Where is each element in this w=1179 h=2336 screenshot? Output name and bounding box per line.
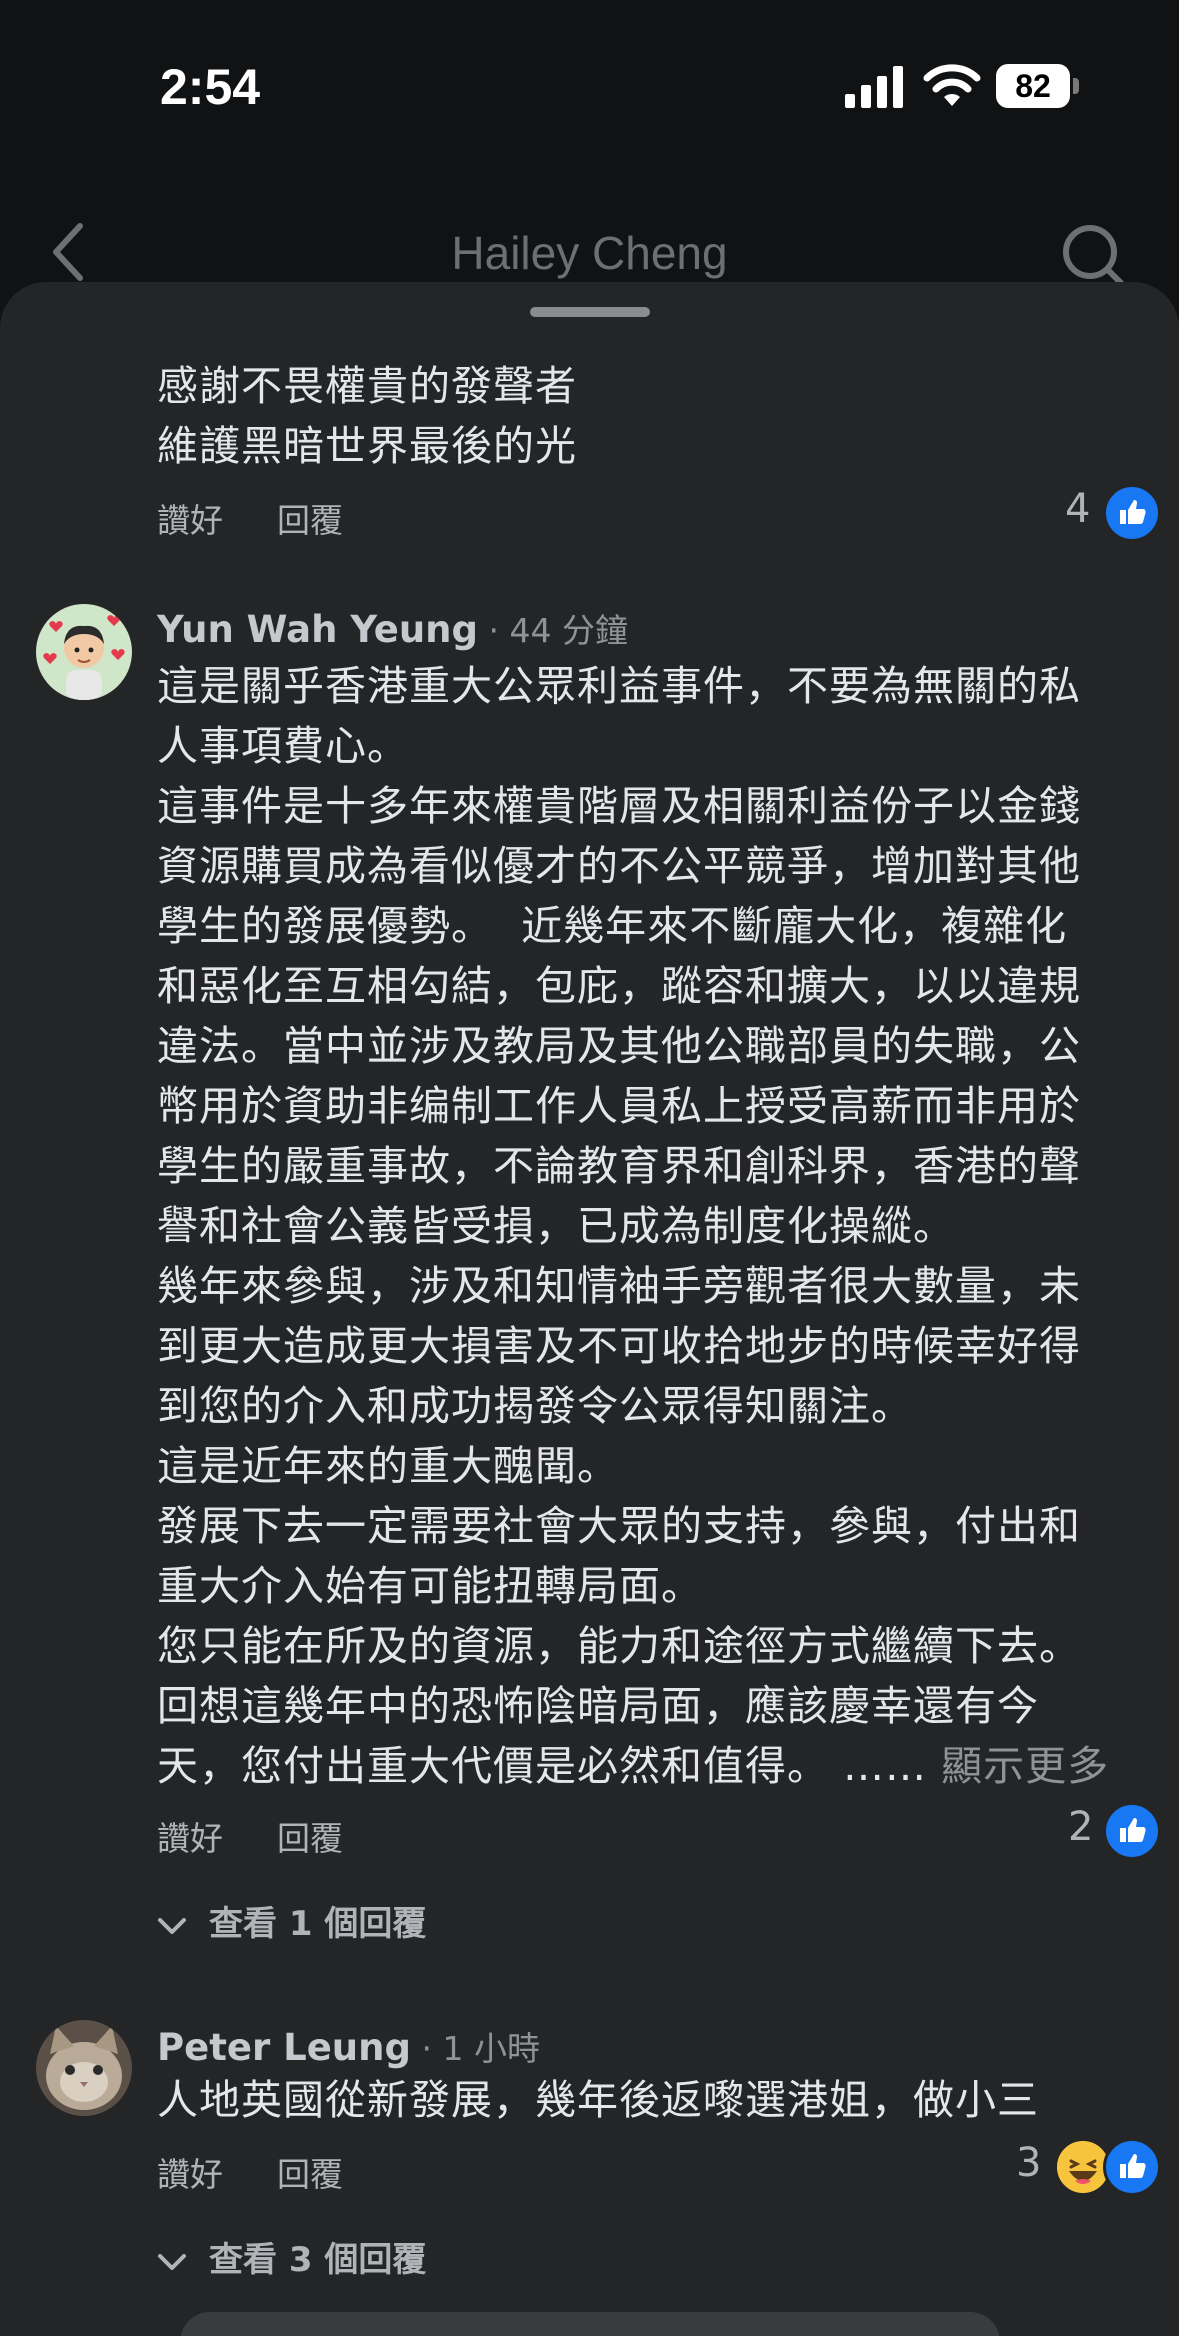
avatar-peter-leung[interactable] (36, 2020, 132, 2116)
chevron-down-icon (158, 2253, 186, 2270)
comment-timestamp: 44 分鐘 (509, 611, 628, 650)
view-replies-button[interactable]: 查看 1 個回覆 (157, 1896, 426, 1945)
comment-header: Yun Wah Yeung · 44 分鐘 (157, 608, 628, 651)
comment-input-bar[interactable] (180, 2312, 1000, 2336)
comments-sheet[interactable]: 感謝不畏權貴的發聲者 維護黑暗世界最後的光 讚好 回覆 4 Yun Wah Ye… (0, 282, 1179, 2336)
view-replies-button[interactable]: 查看 3 個回覆 (157, 2232, 426, 2281)
like-button[interactable]: 讚好 (157, 2148, 223, 2196)
comment-author[interactable]: Peter Leung (157, 2026, 411, 2069)
reply-button[interactable]: 回覆 (277, 2148, 343, 2196)
cellular-signal-icon (845, 66, 903, 108)
reply-button[interactable]: 回覆 (277, 494, 343, 542)
sheet-grab-handle[interactable] (530, 307, 650, 317)
see-more-link[interactable]: 顯示更多 (941, 1742, 1109, 1790)
comment-text: 感謝不畏權貴的發聲者 維護黑暗世界最後的光 (157, 362, 577, 470)
chevron-down-icon (158, 1917, 186, 1934)
reaction-count: 3 (1016, 2140, 1042, 2186)
battery-icon: 82 (996, 64, 1080, 108)
like-reaction-icon[interactable] (1103, 2138, 1161, 2196)
like-reaction-icon[interactable] (1103, 1802, 1161, 1860)
like-reaction-icon[interactable] (1103, 484, 1161, 542)
like-button[interactable]: 讚好 (157, 494, 223, 542)
reply-button[interactable]: 回覆 (277, 1812, 343, 1860)
wifi-icon (923, 64, 981, 106)
page-title: Hailey Cheng (451, 227, 728, 279)
comment-text: 這是關乎香港重大公眾利益事件，不要為無關的私 人事項費心。 這事件是十多年來權貴… (157, 662, 1110, 1790)
avatar-yun-wah-yeung[interactable] (36, 604, 132, 700)
reaction-count: 2 (1068, 1804, 1094, 1850)
battery-level: 82 (996, 64, 1070, 108)
reaction-count: 4 (1065, 486, 1091, 532)
comment-text: 人地英國從新發展，幾年後返嚟選港姐，做小三 (157, 2076, 1039, 2124)
comment-header: Peter Leung · 1 小時 (157, 2026, 540, 2069)
comment-timestamp: 1 小時 (442, 2029, 540, 2068)
like-button[interactable]: 讚好 (157, 1812, 223, 1860)
comment-author[interactable]: Yun Wah Yeung (157, 608, 478, 651)
status-bar: 2:54 82 (0, 0, 1179, 150)
status-time: 2:54 (160, 59, 261, 115)
